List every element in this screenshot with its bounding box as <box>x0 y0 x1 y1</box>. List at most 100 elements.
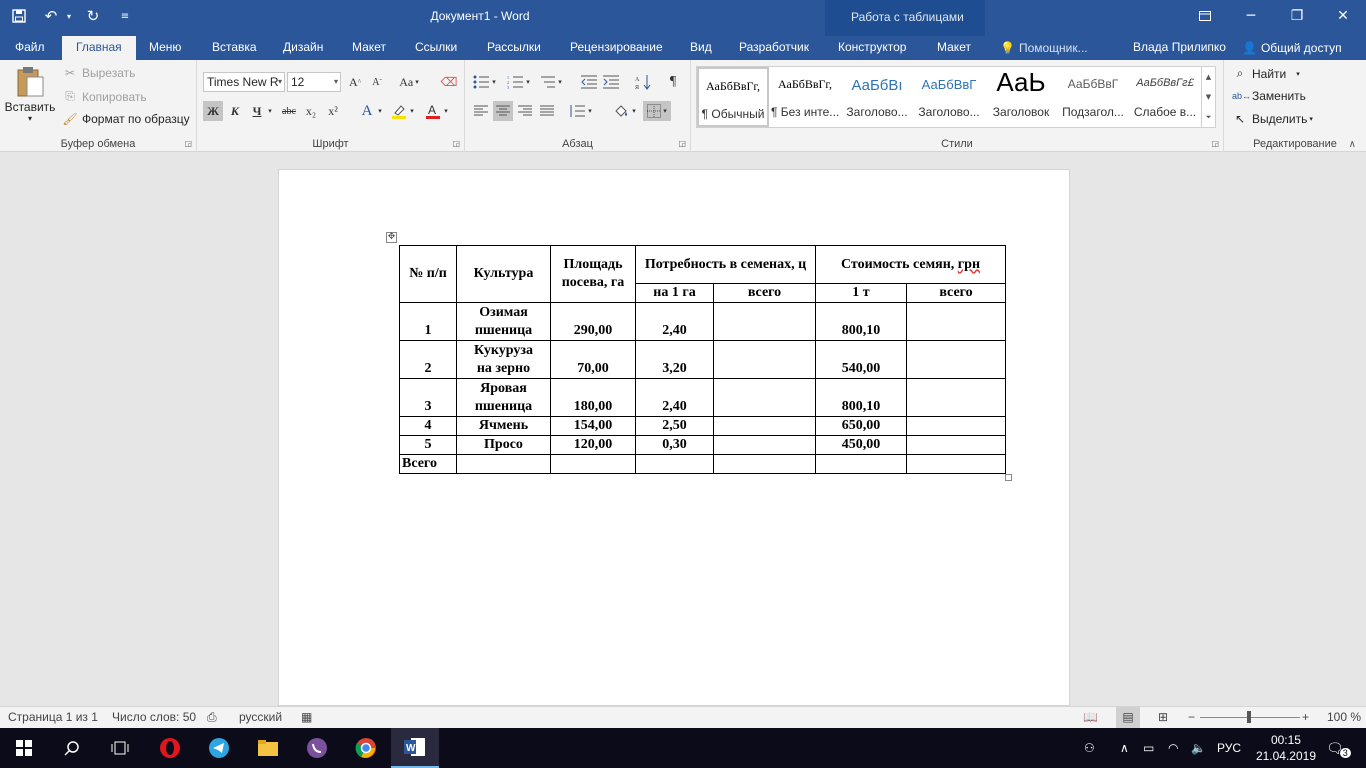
borders-button[interactable]: ▾ <box>643 101 671 121</box>
bullets-icon[interactable] <box>471 72 491 92</box>
cell-total-cost[interactable] <box>906 454 1006 474</box>
clipboard-launcher-icon[interactable]: ◲ <box>184 139 192 148</box>
bullets-dropdown-icon[interactable]: ▾ <box>489 72 499 92</box>
people-icon[interactable]: ⚇ <box>1084 728 1095 768</box>
header-cell-need-total[interactable]: всего <box>713 283 816 303</box>
header-cell-crop[interactable]: Культура <box>456 245 551 303</box>
tab-developer[interactable]: Разработчик <box>739 36 809 60</box>
chrome-icon[interactable] <box>342 728 390 768</box>
cell-per-ha[interactable]: 2,40 <box>635 378 714 417</box>
font-color-dropdown-icon[interactable]: ▾ <box>441 101 451 121</box>
cell-per-ha[interactable]: 2,50 <box>635 416 714 436</box>
style-no-spacing[interactable]: АаБбВвГг, ¶ Без инте... <box>769 67 841 127</box>
tell-me-box[interactable]: 💡 Помощник... <box>1000 36 1088 60</box>
cell-cost-total[interactable] <box>906 302 1006 341</box>
print-layout-icon[interactable]: ▤ <box>1116 707 1140 728</box>
multilevel-dropdown-icon[interactable]: ▾ <box>555 72 565 92</box>
language-indicator[interactable]: русский <box>239 710 282 724</box>
minimize-icon[interactable]: ─ <box>1228 0 1274 32</box>
table-move-handle-icon[interactable]: ✥ <box>386 232 397 243</box>
copy-button[interactable]: ⎘ Копировать <box>62 89 146 104</box>
numbering-icon[interactable]: 123 <box>505 72 525 92</box>
cell-cost-total[interactable] <box>906 340 1006 379</box>
tab-file[interactable]: Файл <box>15 36 45 60</box>
ribbon-display-options-icon[interactable] <box>1182 0 1228 32</box>
header-cell-per-ha[interactable]: на 1 га <box>635 283 714 303</box>
shading-dropdown-icon[interactable]: ▾ <box>629 101 639 121</box>
clock[interactable]: 00:15 21.04.2019 <box>1256 732 1316 764</box>
cell-need-total[interactable] <box>713 378 816 417</box>
subscript-button[interactable]: x₂ <box>301 101 321 121</box>
style-heading-1[interactable]: АаБбВı Заголово... <box>841 67 913 127</box>
tray-chevron-icon[interactable]: ∧ <box>1120 728 1129 768</box>
user-name[interactable]: Влада Прилипко <box>1133 36 1226 60</box>
cell-crop[interactable]: Яровая пшеница <box>456 378 551 417</box>
style-subtle-emphasis[interactable]: АаБбВвГг£ Слабое в... <box>1129 67 1201 127</box>
italic-button[interactable]: К <box>225 101 245 121</box>
decrease-indent-icon[interactable] <box>579 72 599 92</box>
battery-icon[interactable]: ▭ <box>1143 728 1154 768</box>
cell-total-per-ha[interactable] <box>635 454 714 474</box>
clear-formatting-icon[interactable]: ⌫ <box>439 72 459 92</box>
cell-need-total[interactable] <box>713 416 816 436</box>
shrink-font-button[interactable]: Aˇ <box>367 72 387 92</box>
cell-cost-total[interactable] <box>906 378 1006 417</box>
style-heading-2[interactable]: АаБбВвГ Заголово... <box>913 67 985 127</box>
tab-references[interactable]: Ссылки <box>415 36 457 60</box>
show-formatting-marks-icon[interactable]: ¶ <box>663 72 683 92</box>
cell-cost-total[interactable] <box>906 435 1006 455</box>
restore-icon[interactable]: ❐ <box>1274 0 1320 32</box>
line-spacing-icon[interactable] <box>567 101 587 121</box>
tab-home[interactable]: Главная <box>62 36 136 60</box>
zoom-slider[interactable] <box>1200 711 1300 723</box>
strikethrough-button[interactable]: abc <box>279 101 299 121</box>
cell-number[interactable]: 2 <box>399 340 457 379</box>
justify-icon[interactable] <box>537 101 557 121</box>
cell-cost-total[interactable] <box>906 416 1006 436</box>
cell-per-ha[interactable]: 0,30 <box>635 435 714 455</box>
underline-dropdown-icon[interactable]: ▾ <box>265 101 275 121</box>
tab-layout[interactable]: Макет <box>352 36 386 60</box>
tab-review[interactable]: Рецензирование <box>570 36 663 60</box>
style-normal[interactable]: АаБбВвГг, ¶ Обычный <box>697 67 769 127</box>
paste-button[interactable]: Вставить ▾ <box>5 66 55 123</box>
cell-per-ton[interactable]: 800,10 <box>815 302 907 341</box>
font-launcher-icon[interactable]: ◲ <box>452 139 460 148</box>
header-cell-number[interactable]: № п/п <box>399 245 457 303</box>
style-subtitle[interactable]: АаБбВвГ Подзагол... <box>1057 67 1129 127</box>
style-title[interactable]: АаЬ Заголовок <box>985 67 1057 127</box>
input-language[interactable]: РУС <box>1217 728 1241 768</box>
grow-font-button[interactable]: A ^ <box>345 72 365 92</box>
styles-launcher-icon[interactable]: ◲ <box>1211 139 1219 148</box>
change-case-button[interactable]: Aa ▾ <box>395 72 423 92</box>
cell-per-ha[interactable]: 3,20 <box>635 340 714 379</box>
cell-number[interactable]: 5 <box>399 435 457 455</box>
telegram-icon[interactable] <box>195 728 243 768</box>
cell-need-total[interactable] <box>713 302 816 341</box>
cell-area[interactable]: 120,00 <box>550 435 636 455</box>
highlight-dropdown-icon[interactable]: ▾ <box>407 101 417 121</box>
viber-icon[interactable] <box>293 728 341 768</box>
wifi-icon[interactable]: ◠ <box>1168 728 1178 768</box>
share-button[interactable]: 👤 Общий доступ <box>1242 36 1342 60</box>
cell-per-ton[interactable]: 650,00 <box>815 416 907 436</box>
cell-area[interactable]: 180,00 <box>550 378 636 417</box>
replace-button[interactable]: ab↔ Заменить <box>1232 89 1306 103</box>
collapse-ribbon-icon[interactable]: ∧ <box>1349 139 1356 150</box>
highlight-icon[interactable] <box>389 101 409 121</box>
underline-button[interactable]: Ч <box>247 101 267 121</box>
align-left-icon[interactable] <box>471 101 491 121</box>
windows-start-icon[interactable] <box>0 728 48 768</box>
shading-icon[interactable] <box>611 101 631 121</box>
numbering-dropdown-icon[interactable]: ▾ <box>523 72 533 92</box>
volume-icon[interactable]: 🔈 <box>1191 728 1206 768</box>
tab-view[interactable]: Вид <box>690 36 712 60</box>
cell-area[interactable]: 70,00 <box>550 340 636 379</box>
format-painter-button[interactable]: 🖌 Формат по образцу <box>62 112 189 126</box>
cell-crop[interactable]: Озимая пшеница <box>456 302 551 341</box>
styles-scroll-up-icon[interactable]: ▲ <box>1202 67 1215 87</box>
zoom-out-icon[interactable]: − <box>1188 710 1195 724</box>
cell-number[interactable]: 3 <box>399 378 457 417</box>
sort-icon[interactable]: AЯ <box>633 72 653 92</box>
multilevel-list-icon[interactable] <box>537 72 557 92</box>
